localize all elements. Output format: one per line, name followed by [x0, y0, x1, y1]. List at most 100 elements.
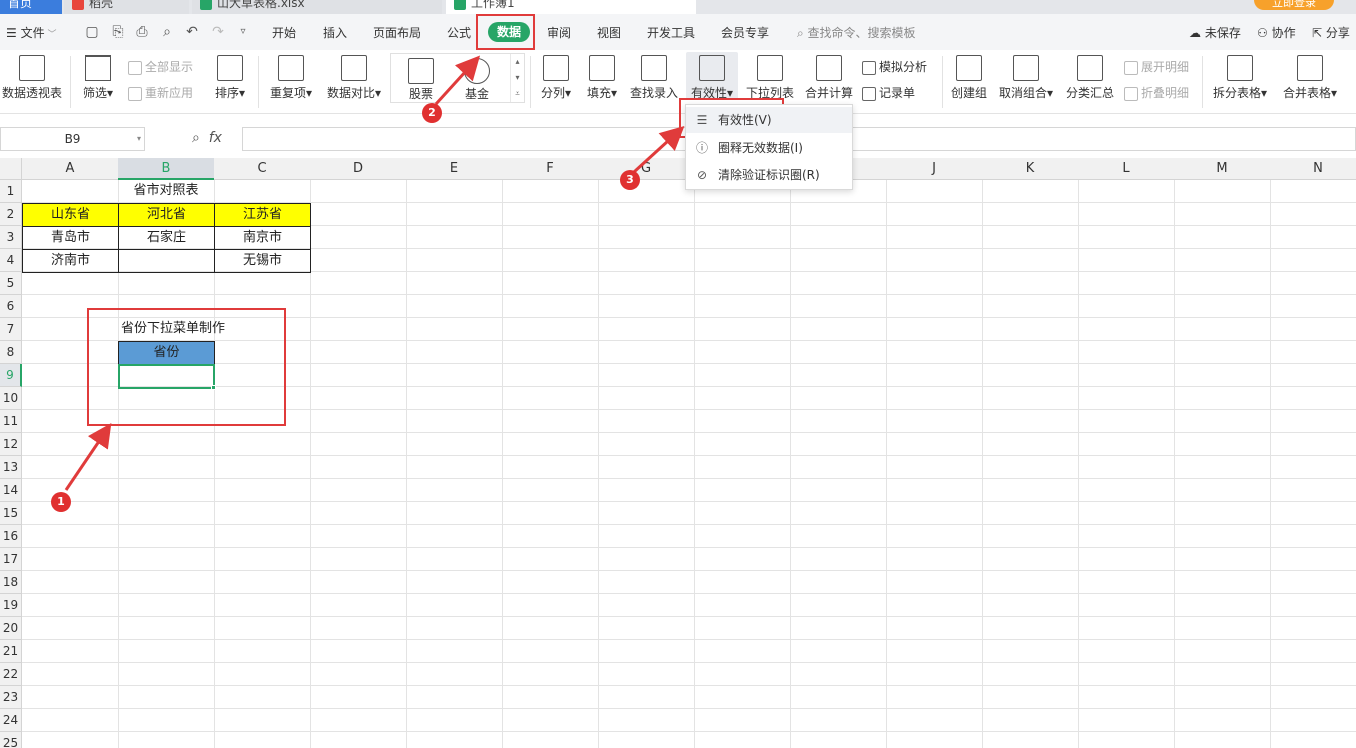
- cell-a2[interactable]: 山东省: [22, 203, 119, 227]
- tab-home[interactable]: 首页: [0, 0, 62, 14]
- cell-c4[interactable]: 无锡市: [214, 249, 311, 273]
- cell-b4[interactable]: [118, 249, 215, 273]
- menu-developer[interactable]: 开发工具: [647, 24, 695, 41]
- collapse-detail-button[interactable]: 折叠明细: [1124, 84, 1189, 101]
- unsaved-status[interactable]: ☁ 未保存: [1189, 24, 1241, 41]
- select-all-corner[interactable]: [0, 158, 22, 180]
- column-header-l[interactable]: L: [1078, 158, 1175, 180]
- create-group-button[interactable]: 创建组: [948, 50, 990, 110]
- column-header-f[interactable]: F: [502, 158, 599, 180]
- reapply-button[interactable]: 重新应用: [128, 84, 193, 101]
- redo-icon[interactable]: ↷: [210, 24, 226, 40]
- column-header-n[interactable]: N: [1270, 158, 1356, 180]
- show-all-button[interactable]: 全部显示: [128, 58, 193, 75]
- menu-member[interactable]: 会员专享: [721, 24, 769, 41]
- zoom-icon[interactable]: ⌕: [192, 130, 200, 146]
- lookup-entry-button[interactable]: 查找录入: [628, 50, 680, 110]
- consolidate-button[interactable]: 合并计算: [802, 50, 856, 110]
- cell-b2[interactable]: 河北省: [118, 203, 215, 227]
- expand-detail-button[interactable]: 展开明细: [1124, 58, 1189, 75]
- menu-item-circle-invalid[interactable]: ⓘ 圈释无效数据(I): [686, 135, 852, 161]
- subtotal-button[interactable]: 分类汇总: [1062, 50, 1118, 110]
- row-header-20[interactable]: 20: [0, 617, 22, 640]
- row-header-9[interactable]: 9: [0, 364, 22, 387]
- column-header-m[interactable]: M: [1174, 158, 1271, 180]
- column-header-c[interactable]: C: [214, 158, 311, 180]
- collab-button[interactable]: ⚇ 协作: [1257, 24, 1296, 41]
- column-header-j[interactable]: J: [886, 158, 983, 180]
- share-button[interactable]: ⇱ 分享: [1312, 24, 1350, 41]
- pivot-table-button[interactable]: 数据透视表: [0, 50, 64, 110]
- export-pdf-icon[interactable]: ⎘: [110, 24, 126, 40]
- row-header-12[interactable]: 12: [0, 433, 22, 456]
- row-header-25[interactable]: 25: [0, 732, 22, 748]
- column-header-g[interactable]: G: [598, 158, 695, 180]
- duplicates-button[interactable]: 重复项▾: [266, 50, 316, 110]
- row-header-2[interactable]: 2: [0, 203, 22, 226]
- file-menu[interactable]: ☰ 文件 ﹀: [6, 24, 56, 41]
- command-search[interactable]: ⌕ 查找命令、搜索模板: [797, 24, 916, 41]
- row-header-5[interactable]: 5: [0, 272, 22, 295]
- menu-insert[interactable]: 插入: [323, 24, 347, 41]
- fill-button[interactable]: 填充▾: [582, 50, 622, 110]
- row-header-8[interactable]: 8: [0, 341, 22, 364]
- cell-c2[interactable]: 江苏省: [214, 203, 311, 227]
- customize-chevron-icon[interactable]: ▿: [235, 24, 251, 40]
- gallery-scroll[interactable]: ▴ ▾ ⩡: [510, 54, 524, 102]
- print-preview-icon[interactable]: ⌕: [159, 24, 175, 40]
- print-icon[interactable]: ⎙: [134, 24, 150, 40]
- cell-a1-title[interactable]: 省市对照表: [22, 180, 310, 203]
- menu-review[interactable]: 审阅: [547, 24, 571, 41]
- name-box[interactable]: B9 ▾: [0, 127, 145, 151]
- row-header-4[interactable]: 4: [0, 249, 22, 272]
- row-header-6[interactable]: 6: [0, 295, 22, 318]
- menu-formula[interactable]: 公式: [447, 24, 471, 41]
- row-header-16[interactable]: 16: [0, 525, 22, 548]
- column-header-a[interactable]: A: [22, 158, 119, 180]
- row-header-17[interactable]: 17: [0, 548, 22, 571]
- cell-a3[interactable]: 青岛市: [22, 226, 119, 250]
- row-header-19[interactable]: 19: [0, 594, 22, 617]
- tab-book1[interactable]: 工作簿1: [446, 0, 696, 14]
- cell-a4[interactable]: 济南市: [22, 249, 119, 273]
- merge-table-button[interactable]: 合并表格▾: [1278, 50, 1342, 110]
- row-header-15[interactable]: 15: [0, 502, 22, 525]
- cell-c3[interactable]: 南京市: [214, 226, 311, 250]
- what-if-button[interactable]: 模拟分析: [862, 58, 927, 75]
- row-header-21[interactable]: 21: [0, 640, 22, 663]
- column-header-b[interactable]: B: [118, 158, 215, 180]
- record-form-button[interactable]: 记录单: [862, 84, 915, 101]
- row-header-14[interactable]: 14: [0, 479, 22, 502]
- data-compare-button[interactable]: 数据对比▾: [322, 50, 386, 110]
- menu-item-validity[interactable]: ☰ 有效性(V): [686, 107, 852, 133]
- menu-page-layout[interactable]: 页面布局: [373, 24, 421, 41]
- menu-view[interactable]: 视图: [597, 24, 621, 41]
- split-column-button[interactable]: 分列▾: [536, 50, 576, 110]
- undo-icon[interactable]: ↶: [184, 24, 200, 40]
- save-icon[interactable]: ▢: [84, 24, 100, 40]
- row-header-18[interactable]: 18: [0, 571, 22, 594]
- column-header-k[interactable]: K: [982, 158, 1079, 180]
- filter-button[interactable]: 筛选▾: [78, 50, 118, 110]
- login-button[interactable]: 立即登录: [1254, 0, 1334, 10]
- sort-button[interactable]: 排序▾: [210, 50, 250, 110]
- row-header-3[interactable]: 3: [0, 226, 22, 249]
- tab-draft[interactable]: 稻壳: [64, 0, 189, 14]
- split-table-button[interactable]: 拆分表格▾: [1208, 50, 1272, 110]
- cell-b3[interactable]: 石家庄: [118, 226, 215, 250]
- row-header-11[interactable]: 11: [0, 410, 22, 433]
- column-header-d[interactable]: D: [310, 158, 407, 180]
- fund-button[interactable]: 基金: [455, 54, 499, 114]
- menu-start[interactable]: 开始: [272, 24, 296, 41]
- column-header-e[interactable]: E: [406, 158, 503, 180]
- row-header-23[interactable]: 23: [0, 686, 22, 709]
- row-header-7[interactable]: 7: [0, 318, 22, 341]
- row-header-22[interactable]: 22: [0, 663, 22, 686]
- row-header-1[interactable]: 1: [0, 180, 22, 203]
- fx-icon[interactable]: fx: [209, 130, 222, 146]
- spreadsheet-grid[interactable]: ABCDEFGHIJKLMN 1234567891011121314151617…: [0, 158, 1356, 748]
- ungroup-button[interactable]: 取消组合▾: [996, 50, 1056, 110]
- menu-item-clear-circles[interactable]: ⊘ 清除验证标识圈(R): [686, 162, 852, 188]
- tab-file1[interactable]: 山大草表格.xlsx: [192, 0, 442, 14]
- row-header-10[interactable]: 10: [0, 387, 22, 410]
